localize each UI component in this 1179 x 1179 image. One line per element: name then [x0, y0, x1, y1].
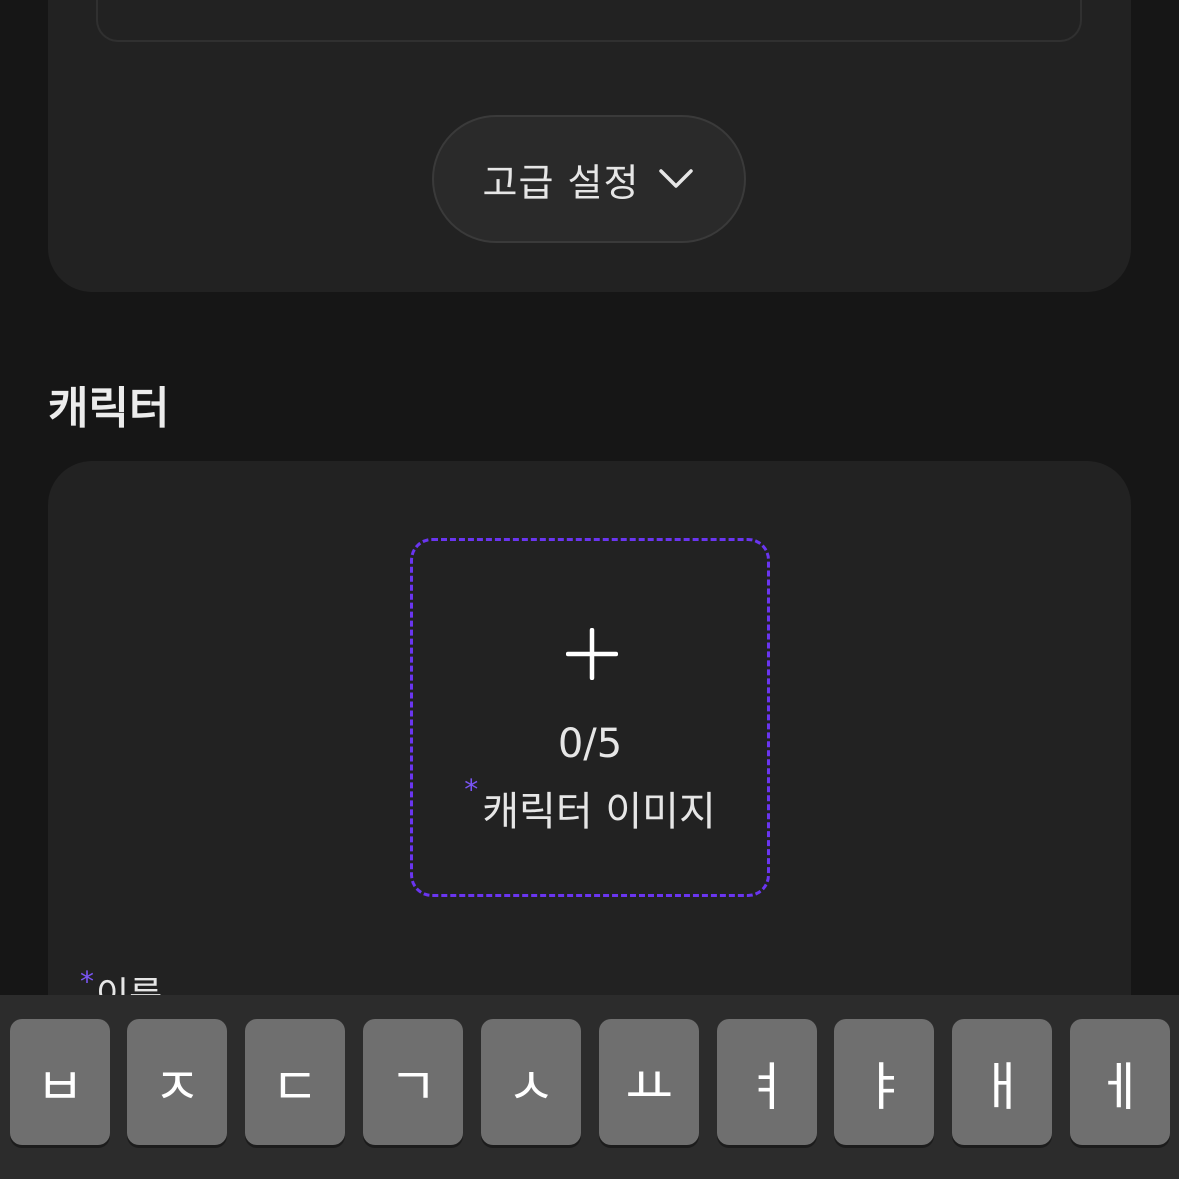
settings-inner-box	[96, 0, 1082, 42]
settings-card: 고급 설정	[48, 0, 1131, 292]
character-image-upload[interactable]: 0/5 * 캐릭터 이미지	[410, 538, 770, 897]
korean-keyboard: ㅂ ㅈ ㄷ ㄱ ㅅ ㅛ ㅕ ㅑ ㅐ ㅔ	[0, 995, 1179, 1179]
key-yo[interactable]: ㅛ	[599, 1019, 699, 1145]
key-j[interactable]: ㅈ	[127, 1019, 227, 1145]
chevron-down-icon	[657, 160, 695, 198]
required-mark: *	[464, 773, 479, 806]
plus-icon	[565, 627, 619, 681]
advanced-settings-button[interactable]: 고급 설정	[432, 115, 746, 243]
key-yeo[interactable]: ㅕ	[717, 1019, 817, 1145]
key-b[interactable]: ㅂ	[10, 1019, 110, 1145]
key-e[interactable]: ㅔ	[1070, 1019, 1170, 1145]
advanced-settings-label: 고급 설정	[482, 160, 640, 205]
screen: 고급 설정 캐릭터 0/5 *캐릭터 이미지 *이름 ㅂ ㅈ ㄷ ㄱ	[0, 0, 1179, 1179]
key-d[interactable]: ㄷ	[245, 1019, 345, 1145]
image-count: 0/5	[557, 721, 623, 767]
key-ae[interactable]: ㅐ	[952, 1019, 1052, 1145]
required-mark: *	[80, 965, 94, 998]
image-label: 캐릭터 이미지	[482, 789, 716, 835]
key-s[interactable]: ㅅ	[481, 1019, 581, 1145]
section-title-character: 캐릭터	[48, 383, 170, 434]
key-g[interactable]: ㄱ	[363, 1019, 463, 1145]
image-label-wrapper: * 캐릭터 이미지	[413, 773, 767, 837]
key-ya[interactable]: ㅑ	[834, 1019, 934, 1145]
